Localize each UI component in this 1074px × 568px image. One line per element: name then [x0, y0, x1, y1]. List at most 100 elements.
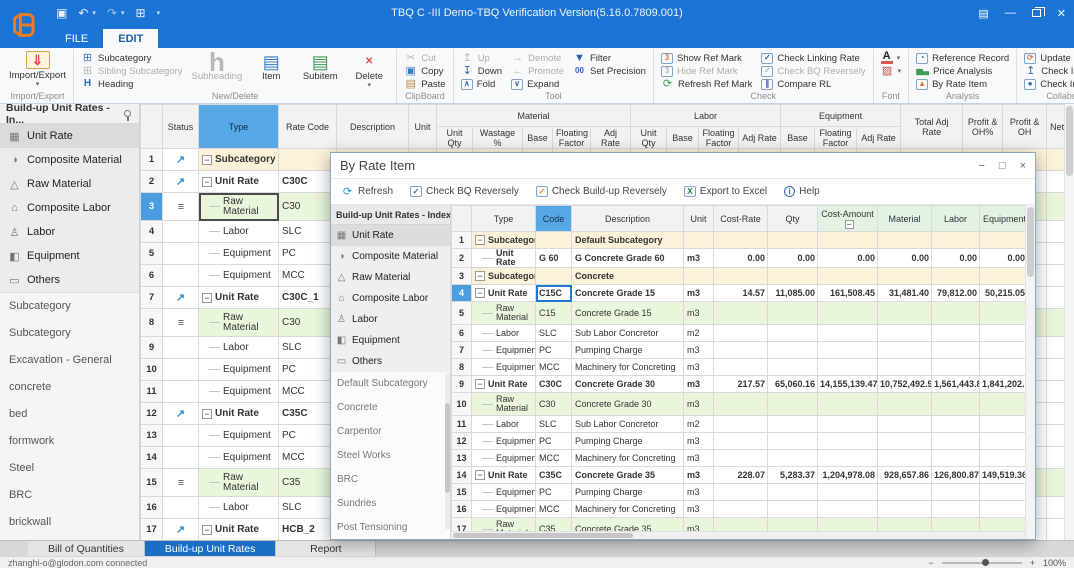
dialog-nav-item-raw-material[interactable]: △Raw Material [331, 267, 450, 288]
type-cell[interactable]: Raw Material [472, 393, 536, 416]
type-cell[interactable]: Equipment [199, 447, 279, 469]
column-header-row-number[interactable] [452, 206, 472, 232]
material-cell[interactable] [878, 232, 932, 249]
pin-icon[interactable] [124, 110, 131, 117]
column-header-type[interactable]: Type [472, 206, 536, 232]
dialog-category-item-post-tensioning[interactable]: Post Tensioning [331, 516, 450, 539]
category-item-subcategory[interactable]: Subcategory [0, 293, 139, 320]
unit-cell[interactable]: m3 [684, 450, 714, 467]
type-cell[interactable]: Equipment [472, 450, 536, 467]
equipment-cell[interactable]: 50,215.05 [980, 285, 1026, 302]
dialog-category-item-steel-works[interactable]: Steel Works [331, 444, 450, 468]
dialog-tool-check-build-up-reversely[interactable]: ✓Check Build-up Reversely [536, 186, 667, 197]
collapse-column-icon[interactable]: − [845, 220, 854, 229]
unit-cell[interactable]: m3 [684, 467, 714, 484]
type-cell[interactable]: Equipment [472, 342, 536, 359]
material-cell[interactable] [878, 325, 932, 342]
cost-rate-cell[interactable] [714, 232, 768, 249]
unit-cell[interactable]: m3 [684, 501, 714, 518]
labor-cell[interactable]: 79,812.00 [932, 285, 980, 302]
code-cell[interactable] [536, 232, 572, 249]
net-rate-cell[interactable] [1047, 447, 1064, 469]
unit-cell[interactable]: m3 [684, 376, 714, 393]
type-cell[interactable]: −Subcategory [472, 232, 536, 249]
rate-code-cell[interactable]: C30C [279, 171, 337, 193]
dialog-close-icon[interactable]: × [1020, 160, 1026, 172]
row-number-cell[interactable]: 5 [452, 302, 472, 325]
column-header-equipment[interactable]: Equipment [980, 206, 1026, 232]
type-cell[interactable]: Raw Material [199, 309, 279, 337]
description-cell[interactable]: Default Subcategory [572, 232, 684, 249]
rate-code-cell[interactable]: HCB_2 [279, 519, 337, 541]
cost-amount-cell[interactable]: 14,155,139.47 [818, 376, 878, 393]
row-number-cell[interactable]: 7 [452, 342, 472, 359]
column-header-status[interactable]: Status [163, 105, 199, 149]
column-header-labor[interactable]: Labor [932, 206, 980, 232]
code-cell[interactable]: C35C [536, 467, 572, 484]
description-cell[interactable]: Pumping Charge [572, 342, 684, 359]
cost-rate-cell[interactable] [714, 359, 768, 376]
dialog-horizontal-scrollbar[interactable] [451, 531, 1025, 539]
cost-amount-cell[interactable] [818, 393, 878, 416]
column-header-wastage[interactable]: Wastage % [473, 127, 523, 149]
column-header-rate-code[interactable]: Rate Code [279, 105, 337, 149]
material-cell[interactable]: 928,657.86 [878, 467, 932, 484]
type-cell[interactable]: −Unit Rate [199, 287, 279, 309]
labor-cell[interactable]: 1,561,443.89 [932, 376, 980, 393]
material-cell[interactable] [878, 433, 932, 450]
material-cell[interactable] [878, 416, 932, 433]
ribbon-button-delete[interactable]: ✕Delete▾ [346, 49, 392, 90]
cost-amount-cell[interactable] [818, 450, 878, 467]
unit-cell[interactable] [684, 232, 714, 249]
net-rate-cell[interactable]: 2 [1047, 287, 1064, 309]
category-item-bed[interactable]: bed [0, 401, 139, 428]
cost-amount-cell[interactable] [818, 342, 878, 359]
row-number-cell[interactable]: 14 [141, 447, 163, 469]
status-cell[interactable]: ↗ [163, 403, 199, 425]
cost-amount-cell[interactable] [818, 359, 878, 376]
dialog-nav-item-composite-material[interactable]: ◑Composite Material [331, 246, 450, 267]
unit-cell[interactable]: m2 [684, 416, 714, 433]
rate-code-cell[interactable]: PC [279, 243, 337, 265]
labor-cell[interactable] [932, 433, 980, 450]
ribbon-button-subitem[interactable]: ▤Subitem [297, 49, 343, 82]
row-number-cell[interactable]: 6 [141, 265, 163, 287]
column-header-adj-rate[interactable]: Adj Rate [739, 127, 781, 149]
collapse-icon[interactable]: − [202, 155, 212, 165]
column-header-description[interactable]: Description [572, 206, 684, 232]
ribbon-button-refresh-ref-mark[interactable]: ⟳Refresh Ref Mark [658, 78, 755, 90]
labor-cell[interactable] [932, 484, 980, 501]
material-cell[interactable] [878, 484, 932, 501]
description-cell[interactable]: Pumping Charge [572, 433, 684, 450]
column-header-type[interactable]: Type [199, 105, 279, 149]
rate-code-cell[interactable]: C35 [279, 469, 337, 497]
category-item-concrete[interactable]: concrete [0, 374, 139, 401]
status-cell[interactable]: ≡ [163, 193, 199, 221]
sidebar-item-raw-material[interactable]: △Raw Material [0, 172, 139, 196]
cost-amount-cell[interactable]: 1,204,978.08 [818, 467, 878, 484]
description-cell[interactable]: Concrete [572, 268, 684, 285]
ribbon-button-paste[interactable]: ▤Paste [401, 78, 448, 90]
ribbon-button-set-precision[interactable]: 00Set Precision [570, 65, 649, 77]
row-number-cell[interactable]: 9 [141, 337, 163, 359]
equipment-cell[interactable] [980, 325, 1026, 342]
view-tab-report[interactable]: Report [276, 541, 376, 556]
column-header-qty[interactable]: Qty [768, 206, 818, 232]
dialog-table-scrollbar[interactable] [1025, 205, 1035, 539]
net-rate-cell[interactable] [1047, 381, 1064, 403]
row-number-cell[interactable]: 3 [141, 193, 163, 221]
description-cell[interactable]: Pumping Charge [572, 484, 684, 501]
ribbon-button-heading[interactable]: HHeading [78, 78, 186, 90]
ribbon-button-compare-rl[interactable]: ∥Compare RL [758, 78, 868, 90]
cost-amount-cell[interactable] [818, 416, 878, 433]
labor-cell[interactable] [932, 450, 980, 467]
labor-cell[interactable] [932, 393, 980, 416]
description-cell[interactable]: Concrete Grade 15 [572, 285, 684, 302]
category-item-brickwall[interactable]: brickwall [0, 509, 139, 536]
material-cell[interactable] [878, 359, 932, 376]
row-number-cell[interactable]: 12 [452, 433, 472, 450]
code-cell[interactable]: C15C [536, 285, 572, 302]
material-cell[interactable] [878, 342, 932, 359]
collapse-icon[interactable]: − [202, 525, 212, 535]
code-cell[interactable]: C30 [536, 393, 572, 416]
